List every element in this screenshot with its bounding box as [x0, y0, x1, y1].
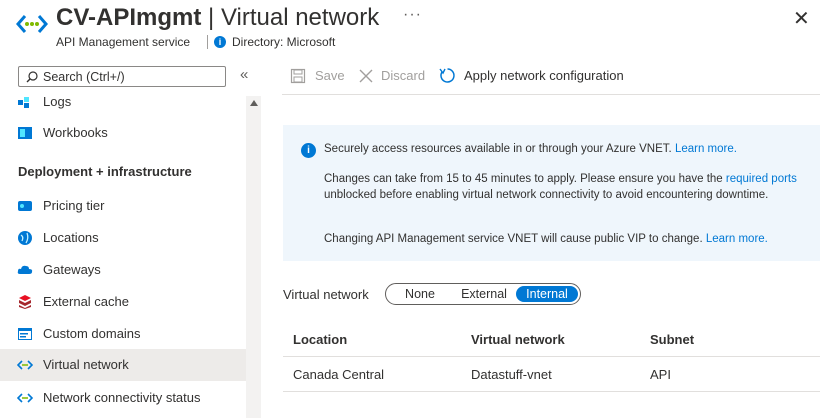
vnet-icon: [17, 360, 33, 370]
sidebar-scrollbar[interactable]: [246, 96, 261, 418]
learn-more-link[interactable]: Learn more.: [675, 143, 737, 155]
sidebar-item-label: External cache: [43, 294, 129, 309]
info-text: Securely access resources available in o…: [324, 143, 672, 155]
sidebar-item-label: Workbooks: [43, 125, 108, 140]
column-header-location: Location: [293, 332, 348, 347]
required-ports-link[interactable]: required ports: [726, 173, 797, 185]
title-resource: CV-APImgmt: [56, 4, 202, 31]
save-icon: [290, 68, 306, 87]
vnet-option-internal[interactable]: Internal: [516, 286, 578, 302]
subtitle-divider: [207, 35, 208, 49]
sidebar-item-label: Network connectivity status: [43, 390, 201, 405]
pricing-tier-icon: [18, 201, 32, 211]
column-header-virtual-network: Virtual network: [471, 332, 565, 347]
page-title: CV-APImgmt | Virtual network: [56, 4, 379, 32]
resource-icon: [16, 12, 48, 36]
info-line-changes: Changes can take from 15 to 45 minutes t…: [324, 171, 804, 203]
virtual-network-mode-toggle[interactable]: None External Internal: [385, 283, 581, 305]
workbooks-icon: [18, 127, 32, 139]
sidebar-item-label: Virtual network: [43, 357, 129, 372]
title-page: Virtual network: [220, 4, 380, 31]
save-button[interactable]: Save: [315, 68, 345, 83]
virtual-network-label: Virtual network: [283, 287, 369, 302]
apply-network-configuration-button[interactable]: Apply network configuration: [464, 68, 624, 83]
cache-icon: [19, 295, 31, 309]
cloud-icon: [17, 265, 33, 274]
sidebar-item-pricing-tier[interactable]: Pricing tier: [0, 190, 246, 222]
scroll-up-arrow-icon[interactable]: [250, 100, 258, 106]
info-icon: i: [301, 143, 316, 158]
close-button[interactable]: ✕: [793, 6, 810, 31]
sidebar-item-label: Locations: [43, 230, 99, 245]
learn-more-link[interactable]: Learn more.: [706, 233, 768, 245]
section-heading-deployment: Deployment + infrastructure: [18, 164, 192, 179]
cell-virtual-network: Datastuff-vnet: [471, 367, 552, 382]
collapse-sidebar-button[interactable]: «: [240, 66, 248, 83]
discard-button[interactable]: Discard: [381, 68, 425, 83]
vnet-option-external[interactable]: External: [452, 286, 516, 302]
info-text: Changing API Management service VNET wil…: [324, 233, 703, 245]
sidebar-item-network-connectivity-status[interactable]: Network connectivity status: [0, 382, 246, 414]
title-separator: |: [208, 4, 215, 31]
sidebar-item-locations[interactable]: Locations: [0, 222, 246, 254]
vnet-icon: [17, 393, 33, 403]
info-banner: i Securely access resources available in…: [283, 125, 820, 261]
logs-icon: [18, 97, 29, 108]
vnet-option-none[interactable]: None: [395, 286, 445, 302]
search-icon: [26, 71, 38, 83]
cell-subnet: API: [650, 367, 671, 382]
info-text: Changes can take from 15 to 45 minutes t…: [324, 173, 723, 185]
sidebar-item-label: Gateways: [43, 262, 101, 277]
discard-icon: [358, 68, 374, 87]
info-text: unblocked before enabling virtual networ…: [324, 189, 769, 201]
more-options-button[interactable]: ···: [403, 6, 422, 24]
info-icon: i: [214, 36, 226, 48]
custom-domains-icon: [18, 328, 32, 340]
sidebar-item-logs[interactable]: Logs: [0, 86, 246, 118]
sidebar-item-workbooks[interactable]: Workbooks: [0, 117, 246, 149]
column-header-subnet: Subnet: [650, 332, 695, 347]
info-line-vnet: Securely access resources available in o…: [324, 141, 804, 157]
info-line-vip: Changing API Management service VNET wil…: [324, 231, 804, 247]
directory-label: Directory: Microsoft: [232, 35, 336, 49]
table-row-divider: [283, 391, 820, 392]
cell-location: Canada Central: [293, 367, 385, 382]
sidebar-item-label: Logs: [43, 94, 72, 109]
search-input[interactable]: Search (Ctrl+/): [18, 66, 226, 87]
sidebar-item-custom-domains[interactable]: Custom domains: [0, 318, 246, 350]
globe-icon: [18, 231, 32, 245]
sidebar-item-label: Custom domains: [43, 326, 141, 341]
search-placeholder: Search (Ctrl+/): [43, 70, 125, 84]
refresh-icon: [439, 67, 456, 87]
sidebar-item-external-cache[interactable]: External cache: [0, 286, 246, 318]
sidebar-item-virtual-network[interactable]: Virtual network: [0, 349, 246, 381]
sidebar-item-gateways[interactable]: Gateways: [0, 254, 246, 286]
service-type: API Management service: [56, 35, 191, 49]
sidebar-item-label: Pricing tier: [43, 198, 105, 213]
toolbar-divider: [282, 94, 820, 95]
